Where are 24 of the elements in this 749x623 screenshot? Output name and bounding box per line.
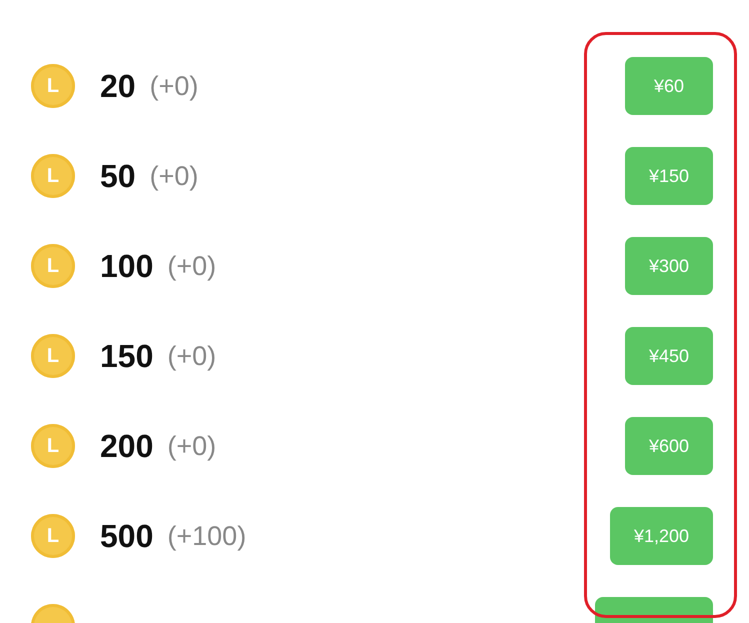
- coin-icon: L: [31, 334, 75, 378]
- coin-icon: L: [31, 244, 75, 288]
- bonus-amount: (+0): [150, 70, 198, 102]
- bonus-amount: (+0): [167, 340, 216, 372]
- bonus-amount: (+0): [167, 430, 216, 462]
- bonus-amount: (+0): [167, 250, 216, 282]
- coin-amount: 150: [100, 338, 154, 374]
- price-button[interactable]: ¥600: [624, 417, 713, 475]
- coin-amount: 200: [100, 428, 154, 464]
- coin-icon: L: [31, 424, 75, 468]
- coin-amount: 500: [100, 518, 154, 554]
- coin-amount: 20: [100, 68, 136, 104]
- bonus-amount: (+0): [150, 160, 198, 192]
- price-button[interactable]: ¥300: [624, 237, 713, 295]
- price-button[interactable]: ¥450: [624, 327, 713, 385]
- coin-amount: 50: [100, 158, 136, 194]
- coin-icon: L: [31, 64, 75, 108]
- price-button[interactable]: ¥1,200: [610, 507, 713, 565]
- price-button[interactable]: ¥60: [625, 57, 713, 115]
- price-button[interactable]: ¥150: [624, 147, 713, 205]
- bonus-amount: (+100): [167, 520, 246, 552]
- coin-icon: L: [31, 514, 75, 558]
- coin-icon: L: [31, 154, 75, 198]
- coin-amount: 100: [100, 248, 154, 284]
